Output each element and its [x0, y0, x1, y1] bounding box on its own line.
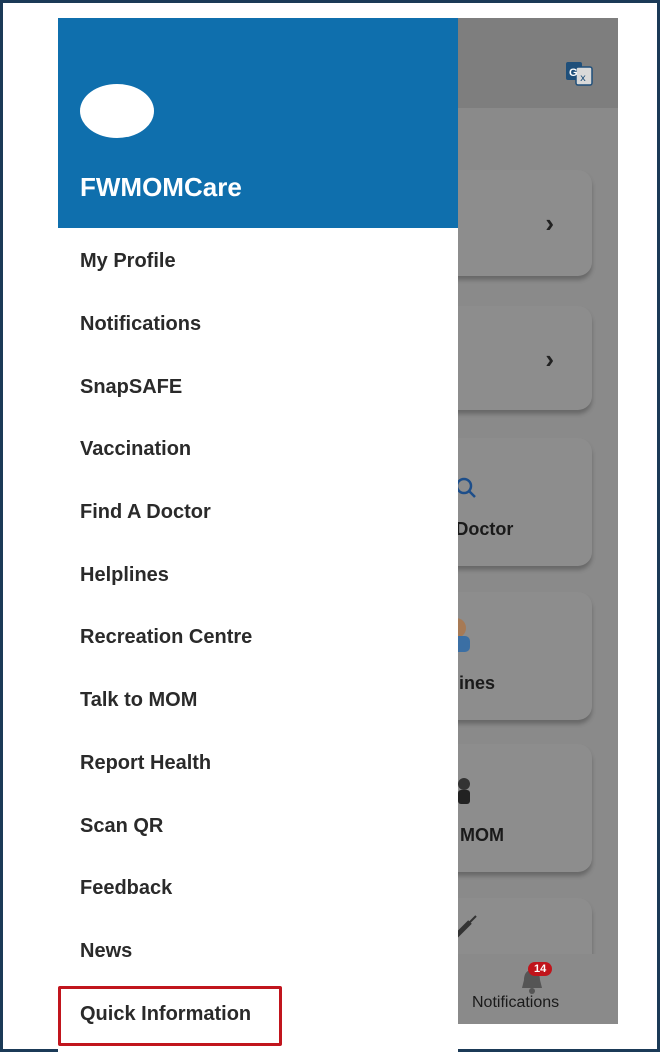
menu-item-recreation-centre[interactable]: Recreation Centre — [80, 626, 252, 649]
bottom-tab-label: Notifications — [472, 994, 560, 1011]
bottom-tab-notifications[interactable]: 14 Notifications — [468, 962, 598, 1020]
background-card-find-doctor[interactable]: A Doctor — [438, 438, 592, 566]
background-card-helplines[interactable]: lplines — [438, 592, 592, 720]
highlight-box-quick-information — [58, 986, 282, 1046]
menu-item-snapsafe[interactable]: SnapSAFE — [80, 376, 182, 399]
avatar[interactable] — [80, 84, 154, 138]
menu-item-find-a-doctor[interactable]: Find A Doctor — [80, 501, 211, 524]
svg-text:x: x — [580, 73, 586, 84]
notification-count-badge: 14 — [528, 962, 553, 976]
drawer-header: FWMOMCare — [58, 18, 458, 228]
background-card[interactable]: › — [438, 306, 592, 410]
menu-item-feedback[interactable]: Feedback — [80, 877, 172, 900]
menu-item-report-health[interactable]: Report Health — [80, 752, 211, 775]
menu-item-scan-qr[interactable]: Scan QR — [80, 815, 163, 838]
app-name: FWMOMCare — [80, 172, 242, 202]
menu-item-news[interactable]: News — [80, 940, 132, 963]
menu-item-notifications[interactable]: Notifications — [80, 313, 201, 336]
menu-item-helplines[interactable]: Helplines — [80, 564, 169, 587]
background-card-talk-to-mom[interactable]: to MOM — [438, 744, 592, 872]
chevron-right-icon: › — [545, 208, 554, 238]
background-card[interactable]: › — [438, 170, 592, 276]
menu-item-talk-to-mom[interactable]: Talk to MOM — [80, 689, 197, 712]
chevron-right-icon: › — [545, 344, 554, 374]
menu-item-vaccination[interactable]: Vaccination — [80, 438, 191, 461]
svg-text:G: G — [569, 67, 578, 79]
menu-item-my-profile[interactable]: My Profile — [80, 250, 176, 273]
translate-icon[interactable]: G x — [566, 62, 594, 86]
navigation-drawer: FWMOMCare My Profile Notifications SnapS… — [58, 18, 458, 1052]
